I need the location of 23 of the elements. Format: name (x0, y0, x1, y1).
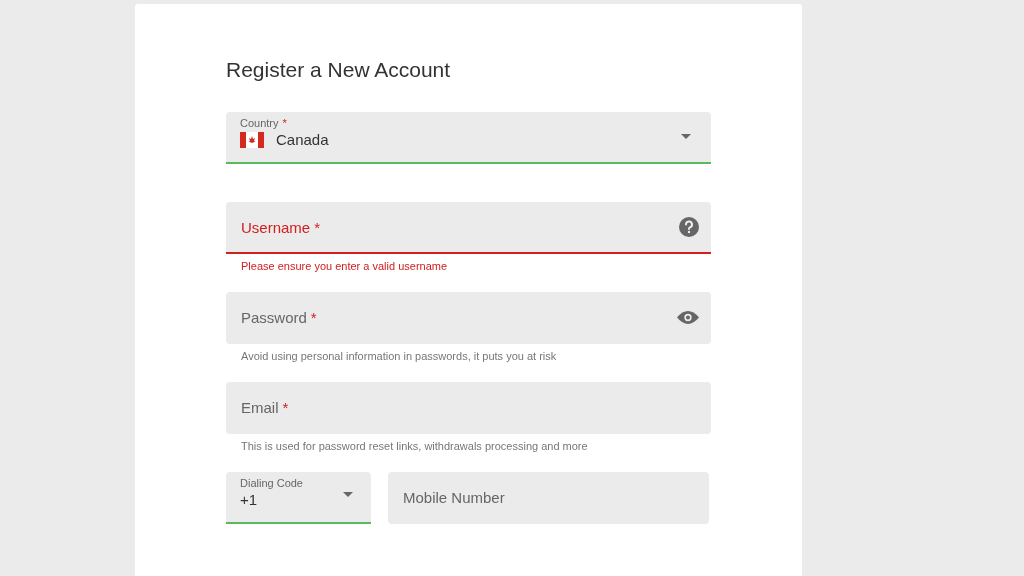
flag-icon (240, 131, 264, 148)
mobile-number-field[interactable]: Mobile Number (388, 472, 709, 524)
input-field[interactable]: Username * (226, 202, 711, 254)
helper-text: Avoid using personal information in passwords, it puts you at risk (240, 349, 558, 364)
input-field[interactable]: Email * (226, 382, 711, 434)
dialing-code-select[interactable]: Dialing Code +1 (226, 472, 371, 524)
caret-icon (343, 492, 353, 497)
input-field[interactable]: Password * (226, 292, 711, 344)
helper-text: Please ensure you enter a valid username (240, 259, 449, 274)
country-select[interactable]: Country * Canada (226, 112, 711, 164)
caret-icon (681, 134, 691, 139)
field-label: Email (241, 398, 279, 416)
eye-icon[interactable] (677, 309, 699, 325)
help-icon[interactable] (679, 217, 699, 237)
form-title: Register a New Account (226, 58, 452, 82)
field-label: Country (240, 117, 279, 129)
required-mark: * (314, 218, 321, 236)
field-label: Password (241, 308, 307, 326)
required-mark: * (310, 308, 317, 326)
required-mark: * (282, 398, 289, 416)
helper-text: This is used for password reset links, withdrawals processing and more (240, 439, 589, 454)
required-mark: * (282, 117, 287, 129)
field-label: Username (241, 218, 311, 236)
